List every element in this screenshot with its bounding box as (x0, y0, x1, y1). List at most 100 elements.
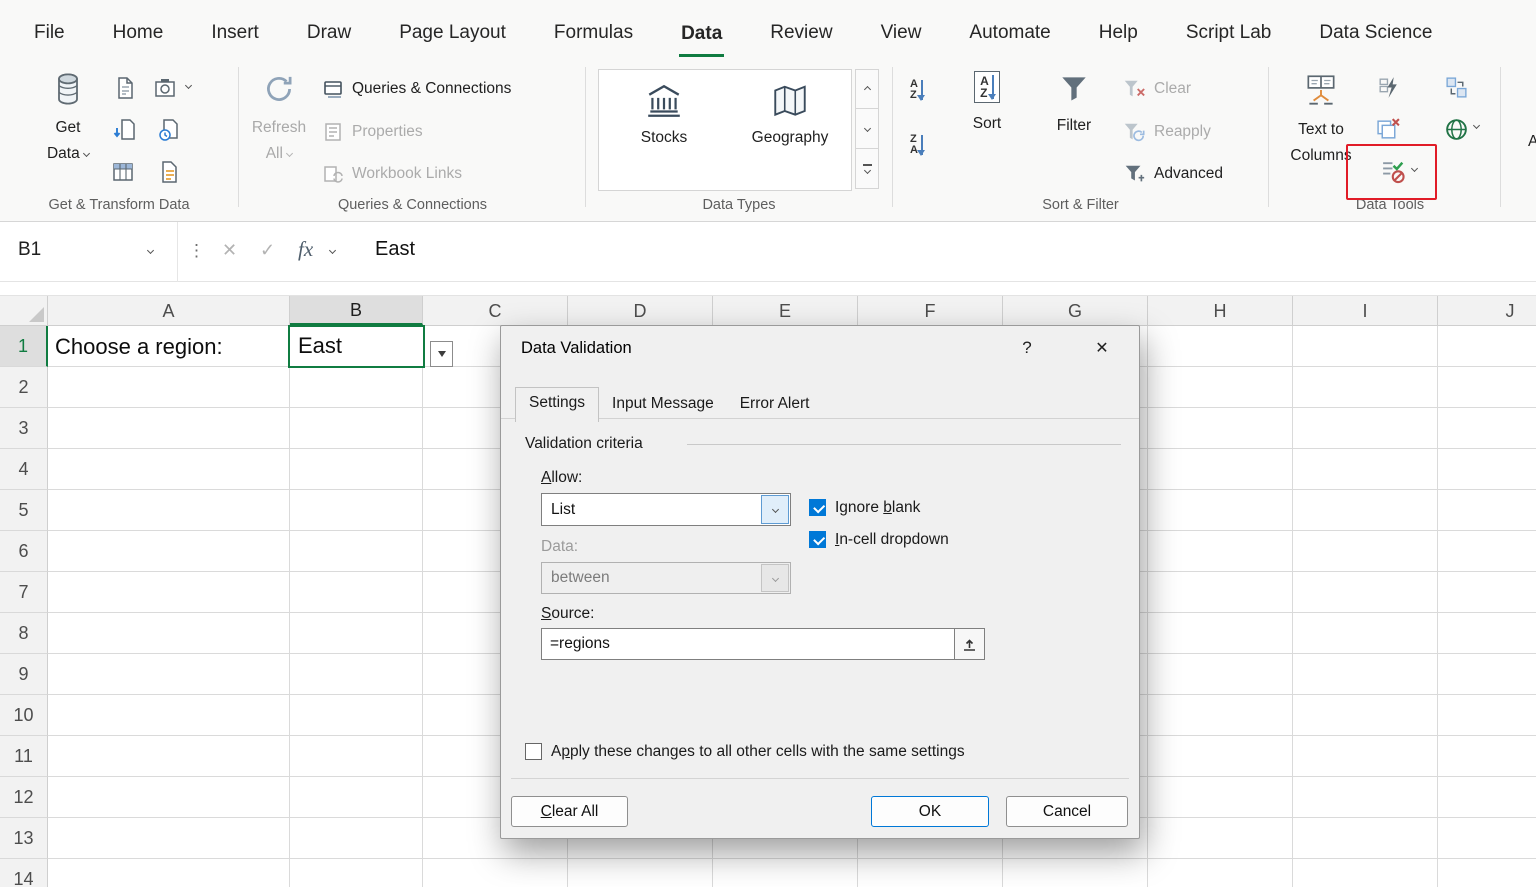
data-model-button[interactable] (1444, 117, 1469, 142)
chevron-down-icon (863, 167, 870, 174)
row-header[interactable]: 8 (0, 613, 48, 654)
column-header[interactable]: E (713, 296, 858, 325)
existing-connections-icon[interactable] (156, 159, 182, 185)
cell-b1-selected[interactable]: East (288, 325, 425, 368)
row-header[interactable]: 1 (0, 326, 48, 367)
dropdown-arrow-icon (438, 351, 446, 357)
data-validation-chevron-icon[interactable] (1412, 166, 1417, 171)
dialog-tab[interactable]: Settings (515, 387, 599, 422)
checkbox-box (525, 743, 542, 760)
row-header[interactable]: 4 (0, 449, 48, 490)
advanced-filter-button[interactable]: Advanced (1122, 160, 1223, 188)
clear-filter-button[interactable]: Clear (1122, 75, 1191, 103)
ribbon-tab[interactable]: File (32, 8, 67, 57)
recent-sources-icon[interactable] (156, 117, 182, 143)
text-to-columns-button[interactable]: Text toColumns (1284, 71, 1358, 169)
column-header[interactable]: C (423, 296, 568, 325)
ribbon-tab[interactable]: Formulas (552, 8, 635, 57)
source-input[interactable] (542, 629, 954, 659)
column-header[interactable]: H (1148, 296, 1293, 325)
column-header[interactable]: A (48, 296, 290, 325)
help-button[interactable]: ? (1013, 338, 1041, 364)
consolidate-button[interactable] (1444, 75, 1469, 100)
gallery-more-button[interactable] (855, 149, 879, 189)
dialog-tab[interactable]: Input Message (599, 388, 727, 420)
apply-to-all-checkbox[interactable]: Apply these changes to all other cells w… (525, 742, 965, 761)
row-header[interactable]: 14 (0, 859, 48, 887)
ignore-blank-checkbox[interactable]: Ignore blank (809, 498, 920, 517)
queries-connections-button[interactable]: Queries & Connections (322, 75, 511, 103)
row-header[interactable]: 5 (0, 490, 48, 531)
ribbon-tab[interactable]: Automate (967, 8, 1052, 57)
column-header[interactable]: G (1003, 296, 1148, 325)
cancel-button[interactable]: Cancel (1006, 796, 1128, 827)
from-picture-icon[interactable] (152, 75, 178, 101)
ribbon-tab[interactable]: Draw (305, 8, 353, 57)
column-header[interactable]: B (290, 296, 423, 325)
properties-button[interactable]: Properties (322, 118, 423, 146)
dialog-title: Data Validation (521, 339, 632, 358)
ribbon-tab[interactable]: Page Layout (397, 8, 508, 57)
chevron-down-icon[interactable] (1474, 123, 1479, 128)
from-table-icon[interactable] (110, 159, 136, 185)
formula-input[interactable]: East (375, 238, 415, 261)
flash-fill-button[interactable] (1376, 75, 1401, 100)
ribbon-tab[interactable]: Insert (209, 8, 261, 57)
cell-a1[interactable]: Choose a region: (48, 326, 290, 367)
row-header[interactable]: 2 (0, 367, 48, 408)
row-header[interactable]: 13 (0, 818, 48, 859)
sort-ascending-button[interactable]: AZ (910, 79, 923, 101)
enter-icon[interactable]: ✓ (260, 240, 275, 261)
combobox-dropdown-button[interactable] (761, 495, 789, 524)
get-data-button[interactable]: GetData (36, 71, 100, 167)
ribbon-tab[interactable]: Home (111, 8, 166, 57)
sort-descending-button[interactable]: ZA (910, 134, 923, 156)
source-label: Source: (541, 605, 594, 623)
filter-button[interactable]: Filter (1044, 71, 1104, 139)
in-cell-dropdown-checkbox[interactable]: In-cell dropdown (809, 530, 949, 549)
column-header[interactable]: I (1293, 296, 1438, 325)
in-cell-dropdown-button[interactable] (430, 341, 453, 367)
allow-combobox[interactable]: List (541, 493, 791, 526)
column-header[interactable]: F (858, 296, 1003, 325)
insert-function-icon[interactable]: fx (298, 237, 313, 262)
geography-button[interactable]: Geography (742, 81, 838, 147)
row-header[interactable]: 3 (0, 408, 48, 449)
advanced-filter-icon (1122, 162, 1146, 186)
bank-icon (644, 81, 684, 121)
from-web-icon[interactable] (112, 117, 138, 143)
row-header[interactable]: 9 (0, 654, 48, 695)
name-box[interactable]: B1 (0, 222, 178, 282)
ribbon-tab[interactable]: Review (768, 8, 834, 57)
ribbon-tab[interactable]: Script Lab (1184, 8, 1274, 57)
ribbon-tab[interactable]: Data (679, 9, 724, 58)
column-header[interactable]: J (1438, 296, 1536, 325)
ribbon-tab[interactable]: Data Science (1317, 8, 1434, 57)
row-header[interactable]: 6 (0, 531, 48, 572)
ribbon-tab[interactable]: View (879, 8, 924, 57)
refresh-all-button[interactable]: RefreshAll (246, 71, 312, 167)
collapse-dialog-button[interactable] (954, 629, 984, 659)
remove-duplicates-button[interactable] (1376, 117, 1401, 142)
row-header[interactable]: 10 (0, 695, 48, 736)
chevron-down-icon[interactable] (186, 83, 191, 88)
data-validation-button[interactable] (1380, 158, 1407, 185)
gallery-scroll-up-button[interactable] (855, 69, 879, 109)
workbook-links-button[interactable]: Workbook Links (322, 160, 462, 188)
row-header[interactable]: 7 (0, 572, 48, 613)
sort-button[interactable]: AZ Sort (958, 71, 1016, 137)
stocks-button[interactable]: Stocks (620, 81, 708, 147)
reapply-filter-button[interactable]: Reapply (1122, 118, 1211, 146)
select-all-corner[interactable] (0, 296, 48, 325)
from-text-file-icon[interactable] (112, 75, 138, 101)
ribbon-tab[interactable]: Help (1097, 8, 1140, 57)
row-header[interactable]: 12 (0, 777, 48, 818)
close-button[interactable]: ✕ (1087, 338, 1117, 364)
cancel-icon[interactable]: ✕ (222, 240, 237, 261)
row-header[interactable]: 11 (0, 736, 48, 777)
ok-button[interactable]: OK (871, 796, 989, 827)
clear-all-button[interactable]: Clear All (511, 796, 628, 827)
gallery-scroll-down-button[interactable] (855, 109, 879, 149)
column-header[interactable]: D (568, 296, 713, 325)
dialog-tab[interactable]: Error Alert (727, 388, 823, 420)
